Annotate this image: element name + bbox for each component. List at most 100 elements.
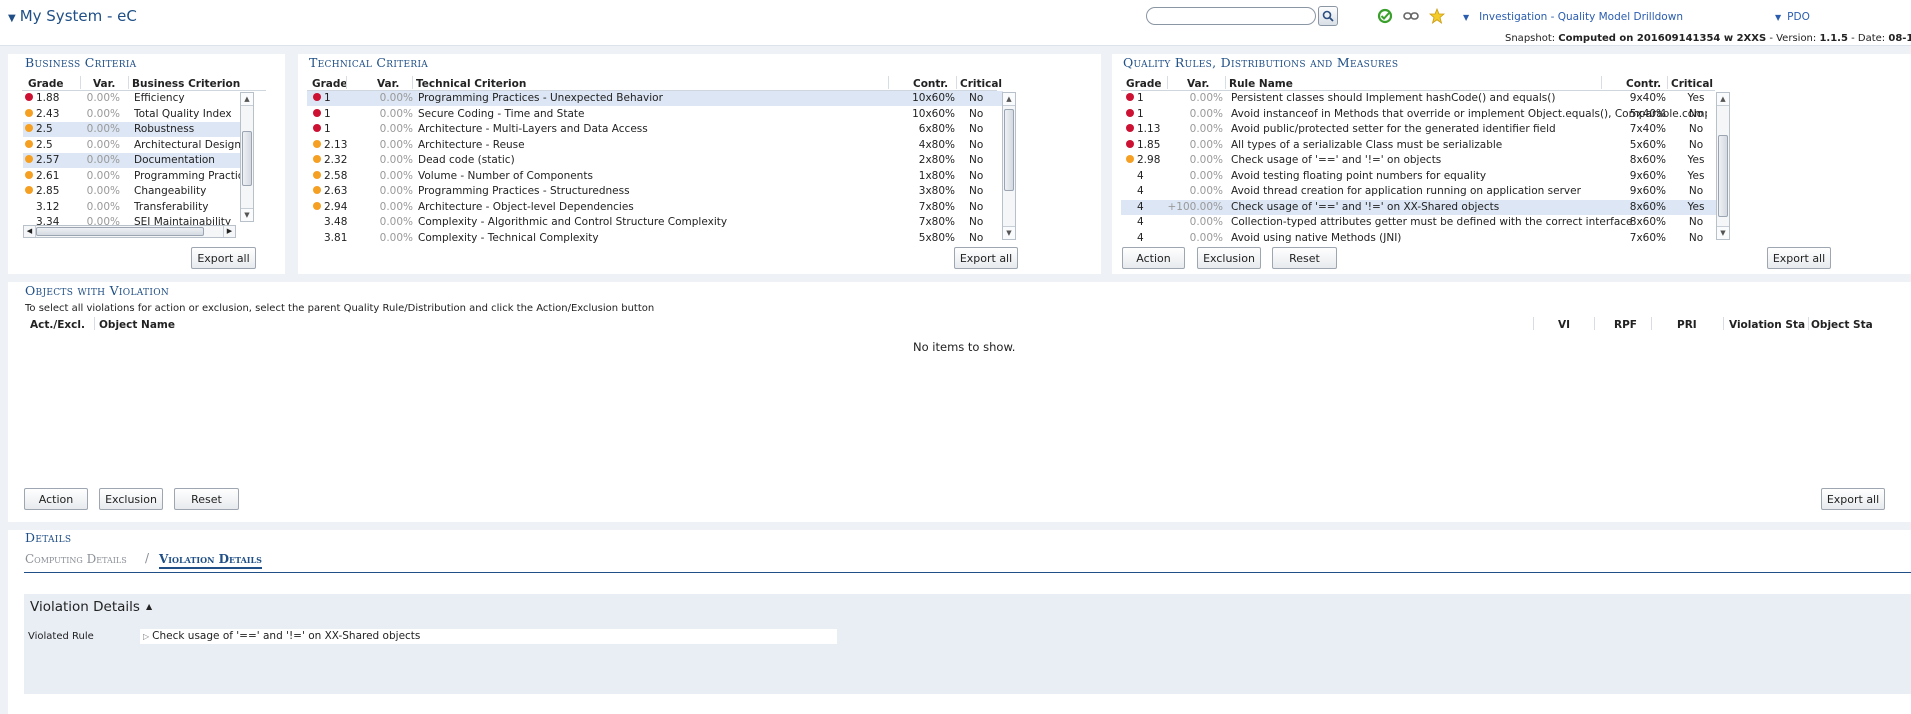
table-row[interactable]: 2.57 0.00% Documentation	[23, 153, 251, 168]
contr-value: 7x80%	[918, 200, 955, 213]
header-critical[interactable]: Critical	[960, 78, 1002, 90]
rules-exclusion-button[interactable]: Exclusion	[1197, 247, 1261, 269]
contr-value: 5x60%	[1629, 138, 1666, 151]
violated-rule-field[interactable]: ▷ Check usage of '==' and '!=' on XX-Shar…	[140, 629, 837, 644]
table-row[interactable]: 2.85 0.00% Changeability	[23, 184, 251, 199]
header-violation-status[interactable]: Violation Stat	[1729, 319, 1805, 331]
table-row[interactable]: 1 0.00% Avoid instanceof in Methods that o…	[1121, 107, 1717, 122]
table-row[interactable]: 1.88 0.00% Efficiency	[23, 91, 251, 106]
tab-violation-details[interactable]: Violation Details	[159, 552, 262, 569]
app-title-menu[interactable]: ▼ My System - eC	[8, 7, 137, 25]
table-row[interactable]: 2.63 0.00% Programming Practices - Structu…	[307, 184, 1003, 199]
header-rule-name[interactable]: Rule Name	[1229, 78, 1293, 90]
var-value: 0.00%	[1189, 216, 1223, 228]
header-business-criterion[interactable]: Business Criterion	[132, 78, 240, 90]
pdo-menu[interactable]: ▼ PDO	[1775, 11, 1810, 23]
table-row[interactable]: 2.61 0.00% Programming Practices	[23, 169, 251, 184]
criterion-name: Architectural Design	[134, 138, 241, 151]
table-row[interactable]: 2.13 0.00% Architecture - Reuse 4x80% No	[307, 138, 1003, 153]
table-row[interactable]: 2.5 0.00% Architectural Design	[23, 138, 251, 153]
scroll-down-icon[interactable]: ▼	[1003, 226, 1015, 239]
table-row[interactable]: 1 0.00% Programming Practices - Unexpected…	[307, 91, 1003, 106]
contr-value: 8x60%	[1629, 200, 1666, 213]
table-row[interactable]: 1 0.00% Persistent classes should Implemen…	[1121, 91, 1717, 106]
dropdown-triangle-icon: ▼	[1775, 13, 1782, 22]
table-row[interactable]: 1.13 0.00% Avoid public/protected setter f…	[1121, 122, 1717, 137]
scroll-down-icon[interactable]: ▼	[1717, 226, 1729, 239]
grade-value: 2.58	[324, 169, 348, 182]
table-row[interactable]: 2.98 0.00% Check usage of '==' and '!=' on…	[1121, 153, 1717, 168]
header-var[interactable]: Var.	[1187, 78, 1209, 90]
table-row[interactable]: 4 0.00% Avoid using native Methods (JNI) 7x…	[1121, 231, 1717, 245]
search-button[interactable]	[1318, 6, 1338, 26]
table-row[interactable]: 1 0.00% Secure Coding - Time and State 10x6…	[307, 107, 1003, 122]
header-vi[interactable]: VI	[1558, 319, 1570, 331]
rules-action-button[interactable]: Action	[1122, 247, 1185, 269]
scroll-down-icon[interactable]: ▼	[241, 208, 253, 221]
refresh-check-icon[interactable]	[1376, 7, 1394, 25]
header-var[interactable]: Var.	[377, 78, 399, 90]
header-act-excl[interactable]: Act./Excl.	[30, 319, 85, 331]
scroll-up-icon[interactable]: ▲	[241, 93, 253, 106]
rules-reset-button[interactable]: Reset	[1272, 247, 1337, 269]
violations-action-button[interactable]: Action	[24, 488, 88, 510]
scroll-left-icon[interactable]: ◀	[24, 226, 36, 237]
table-row[interactable]: 2.32 0.00% Dead code (static) 2x80% No	[307, 153, 1003, 168]
business-hscrollbar[interactable]: ◀ ▶	[23, 225, 236, 238]
scroll-thumb[interactable]	[1718, 135, 1728, 217]
header-grade[interactable]: Grade	[1126, 78, 1162, 90]
table-row[interactable]: 2.5 0.00% Robustness	[23, 122, 251, 137]
header-contr[interactable]: Contr.	[913, 78, 948, 90]
scroll-thumb[interactable]	[1004, 109, 1014, 191]
scroll-thumb[interactable]	[36, 227, 204, 236]
contr-value: 9x40%	[1629, 92, 1666, 104]
investigation-menu[interactable]: ▼ Investigation - Quality Model Drilldown	[1463, 11, 1683, 23]
scroll-right-icon[interactable]: ▶	[223, 226, 235, 237]
tab-computing-details[interactable]: Computing Details	[25, 552, 127, 566]
rules-export-all-button[interactable]: Export all	[1767, 247, 1831, 269]
header-pri[interactable]: PRI	[1677, 319, 1697, 331]
critical-value: No	[1688, 138, 1704, 151]
table-row[interactable]: 4 +100.00% Check usage of '==' and '!=' on…	[1121, 199, 1717, 215]
table-row[interactable]: 3.48 0.00% Complexity - Algorithmic and Co…	[307, 215, 1003, 230]
header-object-status[interactable]: Object Sta	[1811, 319, 1879, 331]
scroll-thumb[interactable]	[242, 131, 252, 186]
business-vscrollbar[interactable]: ▲ ▼	[240, 92, 254, 222]
table-row[interactable]: 4 0.00% Avoid thread creation for applicat…	[1121, 184, 1717, 199]
header-technical-criterion[interactable]: Technical Criterion	[416, 78, 526, 90]
orange-status-dot-icon	[313, 201, 321, 210]
technical-vscrollbar[interactable]: ▲ ▼	[1002, 92, 1016, 240]
header-var[interactable]: Var.	[93, 78, 115, 90]
header-grade[interactable]: Grade	[28, 78, 64, 90]
link-icon[interactable]	[1402, 7, 1420, 25]
table-row[interactable]: 4 0.00% Collection-typed attributes getter…	[1121, 215, 1717, 230]
favorite-star-icon[interactable]	[1428, 7, 1446, 25]
violations-reset-button[interactable]: Reset	[174, 488, 239, 510]
technical-export-all-button[interactable]: Export all	[954, 247, 1018, 269]
critical-value: No	[1688, 185, 1704, 197]
table-row[interactable]: 1 0.00% Architecture - Multi-Layers and Da…	[307, 122, 1003, 137]
table-row[interactable]: 4 0.00% Avoid testing floating point numbe…	[1121, 169, 1717, 184]
header-contr[interactable]: Contr.	[1626, 78, 1661, 90]
var-value: 0.00%	[1189, 92, 1223, 104]
table-row[interactable]: 3.12 0.00% Transferability	[23, 200, 251, 215]
red-status-dot-icon	[313, 124, 321, 132]
search-input[interactable]	[1146, 7, 1316, 25]
scroll-up-icon[interactable]: ▲	[1717, 93, 1729, 106]
rules-vscrollbar[interactable]: ▲ ▼	[1716, 92, 1730, 240]
table-row[interactable]: 2.43 0.00% Total Quality Index	[23, 107, 251, 122]
header-rpf[interactable]: RPF	[1614, 319, 1637, 331]
violation-details-heading[interactable]: Violation Details ▲	[30, 599, 152, 615]
table-row[interactable]: 1.85 0.00% All types of a serializable Cla…	[1121, 138, 1717, 153]
violations-exclusion-button[interactable]: Exclusion	[99, 488, 163, 510]
header-grade[interactable]: Grade	[312, 78, 348, 90]
scroll-up-icon[interactable]: ▲	[1003, 93, 1015, 106]
header-object-name[interactable]: Object Name	[99, 319, 175, 331]
table-row[interactable]: 2.94 0.00% Architecture - Object-level Dep…	[307, 200, 1003, 215]
header-critical[interactable]: Critical	[1671, 78, 1713, 90]
violations-export-all-button[interactable]: Export all	[1821, 488, 1885, 510]
table-row[interactable]: 2.58 0.00% Volume - Number of Components 1x…	[307, 169, 1003, 184]
table-row[interactable]: 3.81 0.00% Complexity - Technical Complexi…	[307, 231, 1003, 245]
grade-value: 3.48	[324, 216, 348, 228]
business-export-all-button[interactable]: Export all	[191, 247, 256, 269]
